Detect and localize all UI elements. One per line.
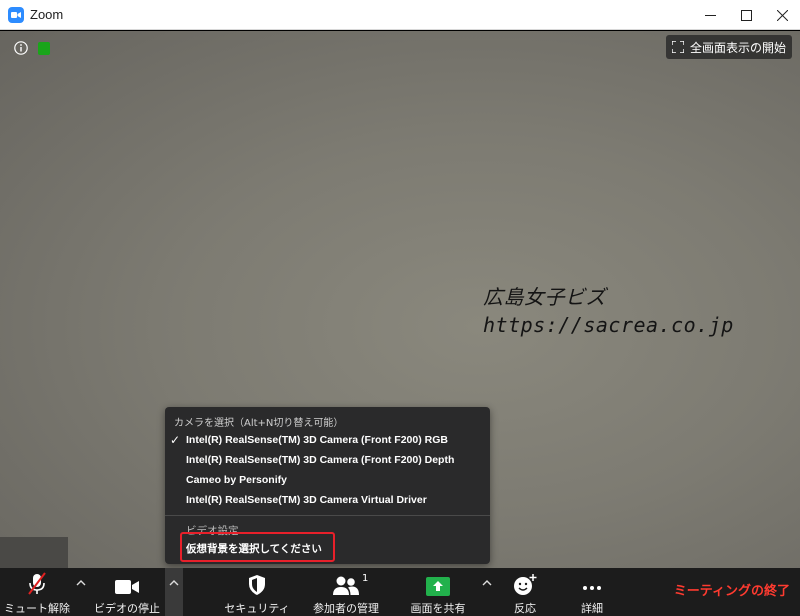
share-screen-icon [426,571,450,596]
more-button[interactable]: 詳細 [572,568,612,616]
close-button[interactable] [764,0,800,30]
window-title: Zoom [30,7,64,22]
muted-microphone-icon [26,571,48,596]
share-screen-button[interactable]: 画面を共有 [402,568,474,616]
meeting-toolbar: ミュート解除 ビデオの停止 セキュリティ 参加者の管理 1 画面を共有 反応 詳… [0,568,800,616]
video-patch [0,537,68,568]
more-label: 詳細 [581,602,603,615]
fullscreen-button[interactable]: 全画面表示の開始 [665,35,792,59]
chevron-up-icon [76,580,86,586]
expand-icon [671,41,684,53]
camera-menu-header: カメラを選択（Alt+N切り替え可能） [174,418,344,429]
participants-count: 1 [362,573,369,584]
security-label: セキュリティ [224,602,290,615]
video-camera-icon [114,571,140,596]
checkmark-icon: ✓ [170,433,181,447]
participants-button[interactable]: 参加者の管理 [306,568,386,616]
maximize-button[interactable] [728,0,764,30]
more-dots-icon [581,571,603,596]
participants-label: 参加者の管理 [313,602,379,615]
share-options-caret[interactable] [478,568,496,616]
camera-option-depth[interactable]: Intel(R) RealSense(TM) 3D Camera (Front … [186,454,454,466]
minimize-button[interactable] [692,0,728,30]
fullscreen-label: 全画面表示の開始 [689,40,786,55]
stop-video-label: ビデオの停止 [94,602,160,615]
reactions-label: 反応 [514,602,536,615]
zoom-logo-icon [8,6,24,23]
menu-divider [165,515,490,516]
watermark: 広島女子ビズ https://sacrea.co.jp [483,283,734,339]
unmute-button[interactable]: ミュート解除 [4,568,70,616]
info-icon[interactable] [14,40,28,59]
reactions-button[interactable]: 反応 [505,568,545,616]
smiley-plus-icon [513,571,537,596]
camera-menu: カメラを選択（Alt+N切り替え可能） ✓ Intel(R) RealSense… [165,407,490,564]
chevron-up-icon [169,580,179,586]
stop-video-button[interactable]: ビデオの停止 [92,568,162,616]
share-screen-label: 画面を共有 [410,602,466,615]
title-bar: Zoom [0,0,800,30]
watermark-line2: https://sacrea.co.jp [483,313,734,337]
chevron-up-icon [482,580,492,586]
encryption-shield-icon[interactable] [38,42,50,55]
video-options-caret[interactable] [165,568,183,616]
security-shield-icon [248,571,266,596]
end-meeting-button[interactable]: ミーティングの終了 [674,580,790,599]
audio-options-caret[interactable] [72,568,90,616]
camera-option-virtual[interactable]: Intel(R) RealSense(TM) 3D Camera Virtual… [186,494,427,506]
security-button[interactable]: セキュリティ [222,568,292,616]
unmute-label: ミュート解除 [4,602,70,615]
camera-option-rgb[interactable]: Intel(R) RealSense(TM) 3D Camera (Front … [186,434,448,446]
camera-option-cameo[interactable]: Cameo by Personify [186,474,287,486]
highlight-box [180,532,335,562]
participants-icon [332,571,360,596]
watermark-line1: 広島女子ビズ [483,285,606,309]
